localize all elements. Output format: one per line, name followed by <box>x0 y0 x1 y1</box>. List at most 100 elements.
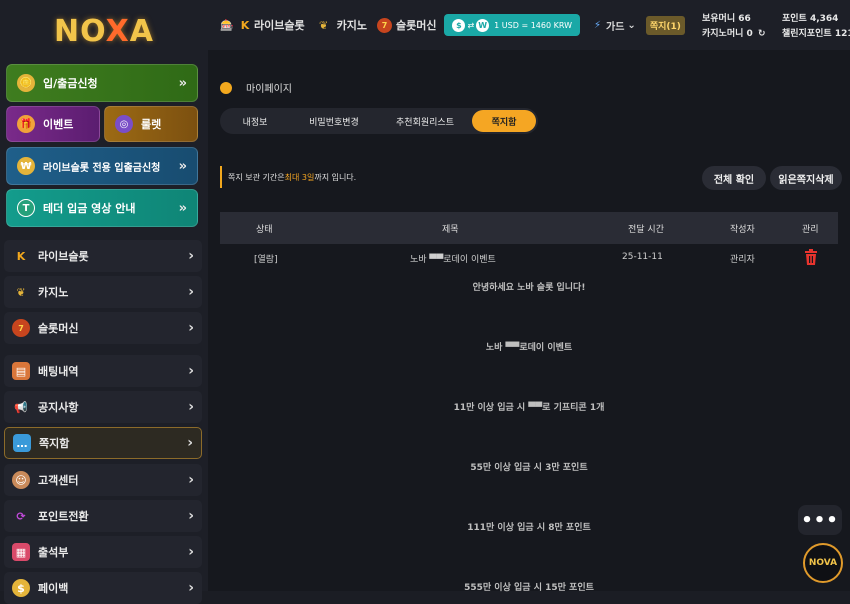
refresh-icon[interactable]: ↻ <box>758 29 766 39</box>
sidebar-item-casino[interactable]: ❦ 카지노 › <box>4 276 202 308</box>
sidebar: NOXA 🪙 입/출금신청 » 🎁 이벤트 ◎ 룰렛 ₩ 라이브슬롯 전용 입출… <box>0 0 208 604</box>
col-sent-time: 전달 시간 <box>628 225 664 235</box>
sidebar-item-betting-history[interactable]: ▤ 배팅내역 › <box>4 355 202 387</box>
exchange-rate-badge: $ ⇄ W 1 USD = 1460 KRW <box>444 14 580 36</box>
content-line: 555만 이상 입금 시 15만 포인트 <box>464 583 594 593</box>
col-author: 작성자 <box>730 225 755 235</box>
megaphone-icon: 📢 <box>14 400 28 414</box>
retention-notice: 쪽지 보관 기간은 최대 3일 까지 입니다. <box>220 166 356 188</box>
exchange-icon: ⟳ <box>16 509 26 523</box>
deposit-withdraw-button[interactable]: 🪙 입/출금신청 » <box>6 64 198 102</box>
tab-referral-list[interactable]: 추천회원리스트 <box>378 110 472 132</box>
chevron-right-icon: › <box>188 544 194 560</box>
guide-dropdown[interactable]: ⚡ 가드 ⌄ <box>594 18 636 33</box>
chevron-right-icon: › <box>188 508 194 524</box>
casino-wreath-icon: ❦ <box>16 285 26 299</box>
row-author: 관리자 <box>730 255 755 265</box>
sidebar-item-attendance[interactable]: ▦ 출석부 › <box>4 536 202 568</box>
trash-icon[interactable] <box>802 248 820 266</box>
payback-icon: $ <box>12 579 30 597</box>
live-slot-deposit-button[interactable]: ₩ 라이브슬롯 전용 입출금신청 » <box>6 147 198 185</box>
tab-messages[interactable]: 쪽지함 <box>472 110 536 132</box>
content-line: 111만 이상 입금 시 8만 포인트 <box>467 523 591 533</box>
double-chevron-icon: » <box>178 75 187 91</box>
messages-table: 상태 제목 전달 시간 작성자 관리 [열람] 노바 ▀▀로데이 이벤트 25-… <box>220 212 838 593</box>
casino-wreath-icon: ❦ <box>319 18 329 32</box>
chevron-right-icon: › <box>188 472 194 488</box>
sidebar-item-payback[interactable]: $ 페이백 › <box>4 572 202 604</box>
slot-machine-icon: 7 <box>376 17 392 33</box>
casino-money-row: 카지노머니 0 ↻ <box>702 27 765 42</box>
wallet-money: 보유머니 66 <box>702 14 751 24</box>
chevron-right-icon: › <box>188 580 194 596</box>
lightning-icon: ⚡ <box>593 19 602 31</box>
logo-text: NOXA <box>54 13 154 49</box>
chevron-right-icon: › <box>187 435 193 451</box>
messages-badge[interactable]: 쪽지(1) <box>645 15 685 35</box>
dollar-coin-icon: $ <box>452 18 466 32</box>
clipboard-icon: ▤ <box>12 362 30 380</box>
sidebar-item-messages[interactable]: … 쪽지함 › <box>4 427 202 459</box>
points: 포인트 4,364 <box>782 14 839 24</box>
title-dot-icon <box>220 81 232 94</box>
main-content: 마이페이지 내정보 비밀번호변경 추천회원리스트 쪽지함 쪽지 보관 기간은 최대… <box>208 50 850 593</box>
nova-logo[interactable]: NOXA <box>0 0 208 62</box>
wallet-info: 보유머니 66 카지노머니 0 ↻ <box>702 12 765 42</box>
content-line: 55만 이상 입금 시 3만 포인트 <box>470 463 588 473</box>
casino-money: 카지노머니 0 <box>702 29 753 39</box>
tether-icon: T <box>17 199 35 217</box>
tether-video-guide-button[interactable]: T 테더 입금 영상 안내 » <box>6 189 198 227</box>
support-agent-icon: ☺ <box>12 471 30 489</box>
points-info: 포인트 4,364 챌린지포인트 121 <box>782 12 850 42</box>
chevron-right-icon: › <box>188 248 194 264</box>
calendar-icon: ▦ <box>12 543 30 561</box>
sidebar-item-point-exchange[interactable]: ⟳ 포인트전환 › <box>4 500 202 532</box>
tab-change-password[interactable]: 비밀번호변경 <box>290 110 378 132</box>
sidebar-item-live-slot[interactable]: K 라이브슬롯 › <box>4 240 202 272</box>
chevron-right-icon: › <box>188 284 194 300</box>
event-button[interactable]: 🎁 이벤트 <box>6 106 100 142</box>
content-line: 노바 ▀▀로데이 이벤트 <box>485 343 573 353</box>
col-status: 상태 <box>256 225 273 235</box>
sidebar-item-notice[interactable]: 📢 공지사항 › <box>4 391 202 423</box>
col-manage: 관리 <box>802 225 819 235</box>
coins-person-icon: ₩ <box>17 157 35 175</box>
row-date: 25-11-11 <box>622 252 663 262</box>
chevron-right-icon: › <box>188 320 194 336</box>
live-slot-icon: 🎰 <box>220 18 234 32</box>
live-slot-icon: K <box>16 249 26 263</box>
roulette-icon: ◎ <box>115 115 133 133</box>
challenge-points: 챌린지포인트 121 <box>782 29 850 39</box>
roulette-button[interactable]: ◎ 룰렛 <box>104 106 198 142</box>
tab-my-info[interactable]: 내정보 <box>220 110 290 132</box>
top-nav-slot-machine[interactable]: 7 슬롯머신 <box>376 17 436 33</box>
sidebar-item-slot-machine[interactable]: 7 슬롯머신 › <box>4 312 202 344</box>
chevron-right-icon: › <box>188 399 194 415</box>
sidebar-item-support[interactable]: ☺ 고객센터 › <box>4 464 202 496</box>
top-nav-casino[interactable]: ❦ 카지노 <box>315 17 367 33</box>
nova-fab-logo[interactable]: NOVA <box>803 543 843 583</box>
content-line: 11만 이상 입금 시 ▀▀로 기프티콘 1개 <box>453 403 605 413</box>
content-line: 안녕하세요 노바 슬롯 입니다! <box>472 283 586 293</box>
double-chevron-icon: » <box>178 200 187 216</box>
chevron-right-icon: › <box>188 363 194 379</box>
gift-icon: 🎁 <box>17 115 35 133</box>
top-nav-live-slot[interactable]: 🎰 K 라이브슬롯 <box>218 17 304 33</box>
read-all-button[interactable]: 전체 확인 <box>702 166 766 190</box>
table-header: 상태 제목 전달 시간 작성자 관리 <box>220 212 838 244</box>
won-coin-icon: W <box>476 18 490 32</box>
table-row[interactable]: [열람] 노바 ▀▀로데이 이벤트 25-11-11 관리자 <box>220 248 838 270</box>
more-menu-button[interactable]: ••• <box>798 505 842 535</box>
coin-stack-icon: 🪙 <box>17 74 35 92</box>
col-title: 제목 <box>442 225 459 235</box>
retention-highlight: 최대 3일 <box>284 172 315 182</box>
delete-read-button[interactable]: 읽은쪽지삭제 <box>770 166 842 190</box>
swap-icon: ⇄ <box>467 20 475 30</box>
page-title: 마이페이지 <box>220 80 292 95</box>
mypage-tabs: 내정보 비밀번호변경 추천회원리스트 쪽지함 <box>220 108 538 134</box>
message-icon: … <box>13 434 31 452</box>
chevron-down-icon: ⌄ <box>627 19 636 31</box>
row-title[interactable]: 노바 ▀▀로데이 이벤트 <box>410 252 496 265</box>
k-logo-icon: K <box>240 18 250 32</box>
slot-machine-icon: 7 <box>12 319 30 337</box>
